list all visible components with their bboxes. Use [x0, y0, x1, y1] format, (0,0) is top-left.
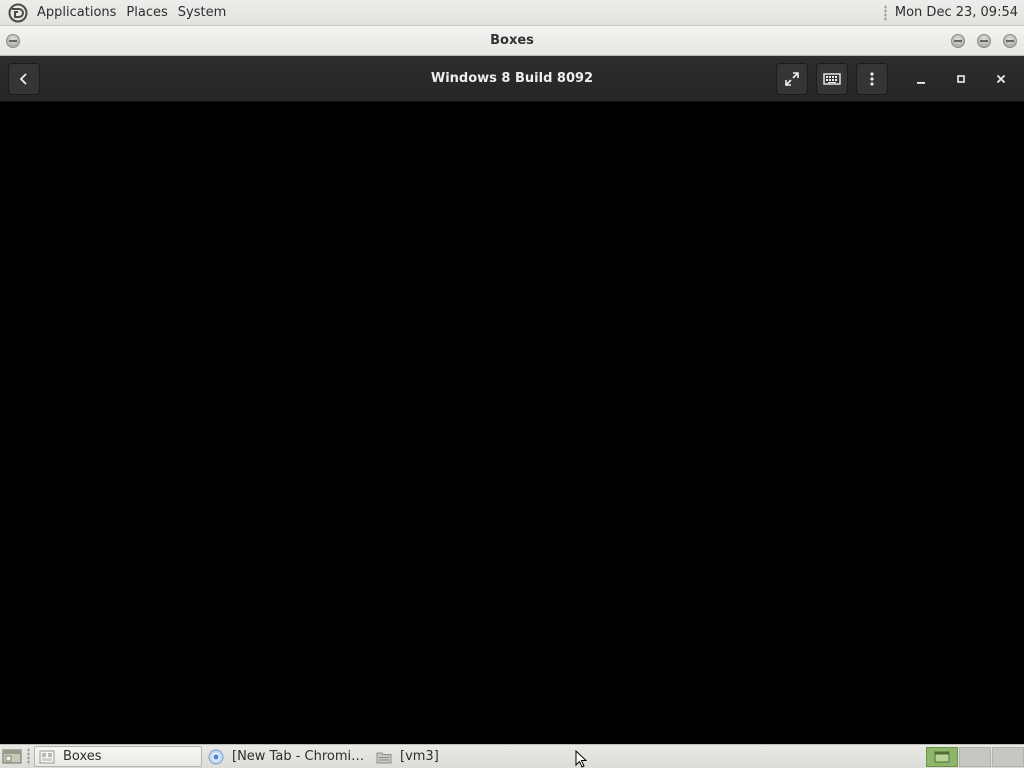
close-icon: [996, 74, 1006, 84]
window-thumbnail-icon: [934, 751, 950, 763]
window-title: Boxes: [490, 33, 534, 48]
vertical-dots-icon: [870, 72, 874, 86]
system-menu[interactable]: System: [173, 0, 231, 26]
header-bar: Windows 8 Build 8092: [0, 56, 1024, 102]
folder-icon: [376, 752, 392, 763]
fullscreen-button[interactable]: [776, 63, 808, 95]
mouse-cursor-icon: [575, 750, 587, 768]
task-label: Boxes: [63, 749, 102, 764]
distro-logo-icon[interactable]: [8, 3, 28, 23]
show-desktop-icon[interactable]: [2, 747, 22, 766]
workspace-2[interactable]: [959, 747, 991, 767]
task-label: [New Tab - Chromi…: [232, 749, 365, 764]
task-boxes[interactable]: Boxes: [34, 746, 202, 767]
task-vm3[interactable]: [vm3]: [372, 746, 512, 767]
workspace-1-active[interactable]: [926, 747, 958, 767]
minimize-button[interactable]: [905, 63, 937, 95]
taskbar-grip-handle[interactable]: [27, 748, 30, 765]
boxes-app-icon: [39, 750, 55, 763]
vm-display[interactable]: [0, 102, 1024, 744]
window-titlebar[interactable]: Boxes: [0, 26, 1024, 56]
clock[interactable]: Mon Dec 23, 09:54: [895, 0, 1018, 26]
panel-grip-handle[interactable]: [883, 4, 887, 21]
task-chromium[interactable]: [New Tab - Chromi…: [204, 746, 370, 767]
applications-menu[interactable]: Applications: [32, 0, 121, 26]
fullscreen-icon: [785, 72, 799, 86]
places-menu[interactable]: Places: [121, 0, 172, 26]
keyboard-icon: [823, 73, 841, 85]
properties-menu-button[interactable]: [856, 63, 888, 95]
wm-close-button[interactable]: [1003, 34, 1017, 48]
keyboard-button[interactable]: [816, 63, 848, 95]
minimize-icon: [917, 82, 925, 84]
task-label: [vm3]: [400, 749, 439, 764]
chromium-icon: [208, 749, 224, 764]
workspace-3[interactable]: [992, 747, 1024, 767]
maximize-icon: [957, 75, 965, 83]
top-panel: Applications Places System Mon Dec 23, 0…: [0, 0, 1024, 26]
maximize-button[interactable]: [945, 63, 977, 95]
close-button[interactable]: [985, 63, 1017, 95]
bottom-taskbar: Boxes [New Tab - Chromi… [vm3]: [0, 744, 1024, 768]
wm-maximize-button[interactable]: [977, 34, 991, 48]
wm-minimize-button[interactable]: [951, 34, 965, 48]
